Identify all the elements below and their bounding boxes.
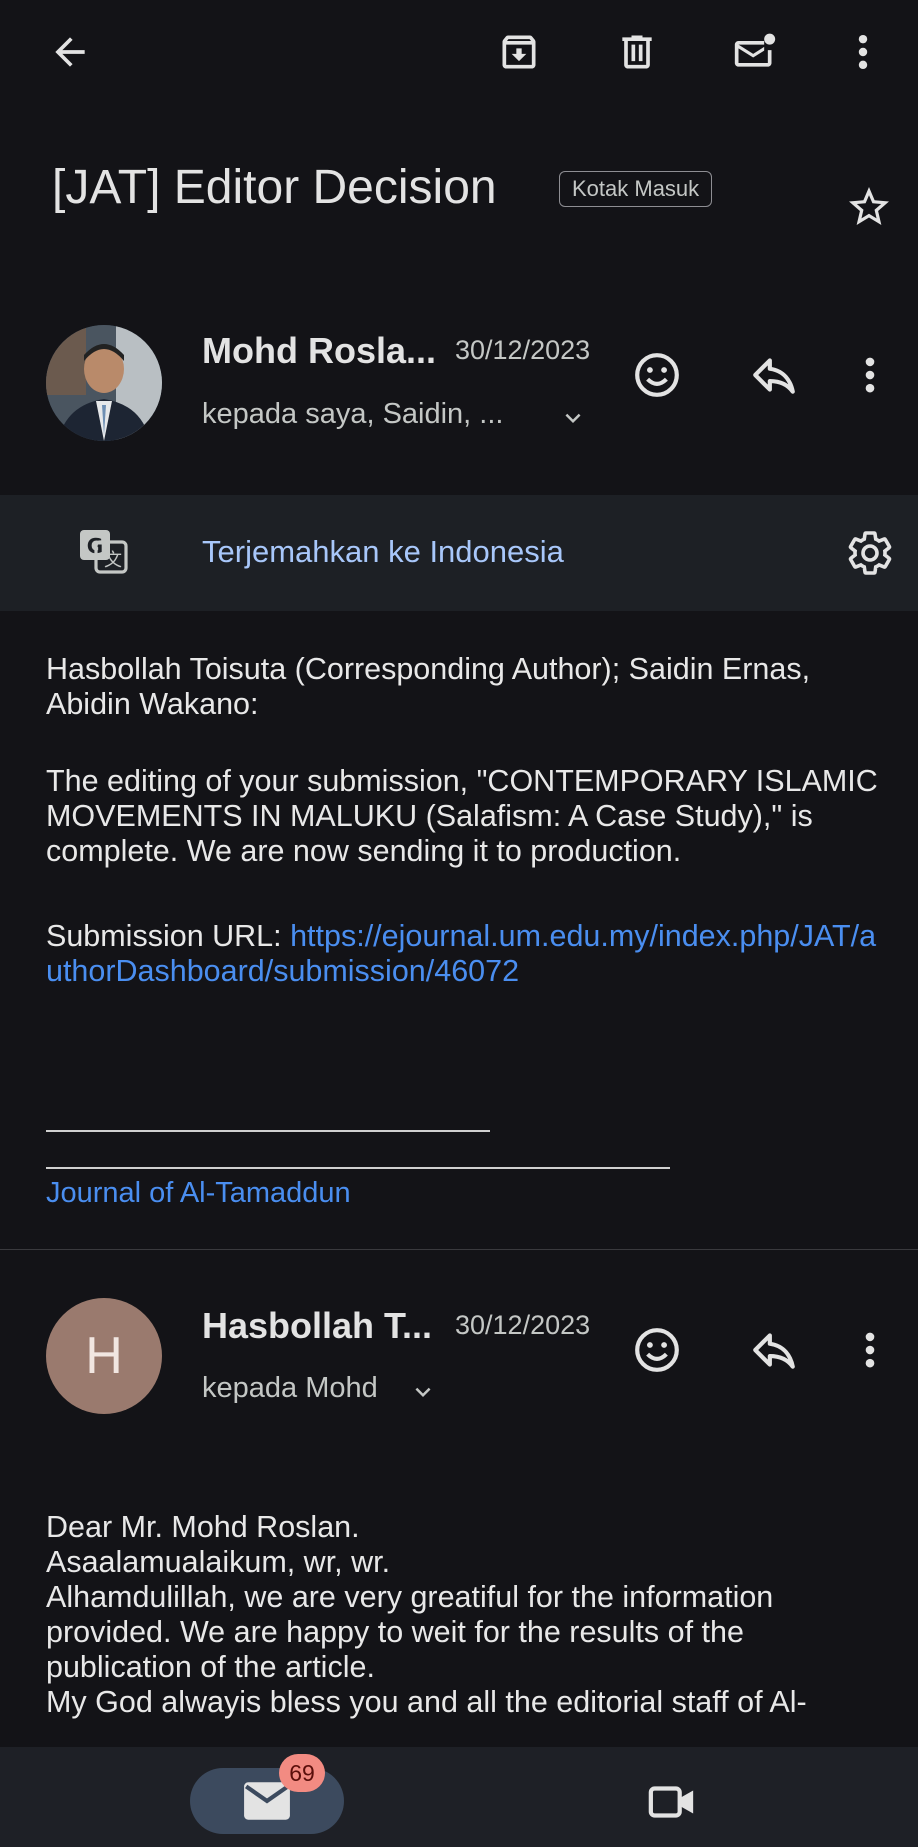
message-date: 30/12/2023 (455, 335, 591, 365)
recipients-summary[interactable]: kepada saya, Saidin, ... (202, 398, 503, 431)
message-body-paragraph: Hasbollah Toisuta (Corresponding Author)… (46, 652, 811, 721)
archive-icon[interactable] (497, 30, 541, 74)
sender-name[interactable]: Mohd Rosla... (202, 330, 436, 372)
message-body-line: My God alwayis bless you and all the edi… (46, 1685, 807, 1719)
chevron-down-icon[interactable] (408, 1377, 438, 1407)
submission-url-line: Submission URL: https://ejournal.um.edu.… (46, 919, 886, 989)
message-body-line: Dear Mr. Mohd Roslan. (46, 1510, 360, 1544)
svg-text:文: 文 (104, 550, 122, 571)
sender-avatar-photo[interactable] (46, 325, 162, 441)
more-vert-icon[interactable] (845, 30, 881, 74)
more-vert-icon[interactable] (855, 1325, 885, 1375)
google-translate-icon: G 文 (78, 528, 130, 576)
message-date: 30/12/2023 (455, 1310, 591, 1340)
reply-icon[interactable] (748, 350, 800, 400)
subject-title: [JAT] Editor Decision (52, 161, 497, 214)
message-body: Dear Mr. Mohd Roslan. Asaalamualaikum, w… (46, 1510, 886, 1720)
recipients-summary[interactable]: kepada Mohd (202, 1372, 378, 1405)
reply-icon[interactable] (748, 1325, 800, 1375)
translate-link[interactable]: Terjemahkan ke Indonesia (202, 534, 564, 570)
chevron-down-icon[interactable] (558, 403, 588, 433)
submission-url-label: Submission URL: (46, 919, 291, 953)
gear-icon[interactable] (846, 529, 894, 577)
mark-unread-icon[interactable] (731, 30, 779, 74)
sender-name[interactable]: Hasbollah T... (202, 1305, 432, 1347)
top-app-bar (0, 0, 918, 120)
more-vert-icon[interactable] (855, 350, 885, 400)
back-arrow-icon[interactable] (48, 30, 92, 74)
inbox-label-chip[interactable]: Kotak Masuk (559, 171, 713, 207)
trash-icon[interactable] (615, 30, 659, 74)
unread-count-badge: 69 (279, 1754, 325, 1792)
emoji-reaction-icon[interactable] (632, 350, 682, 400)
message-body-line: Alhamdulillah, we are very greatiful for… (46, 1580, 774, 1684)
star-icon[interactable] (845, 183, 893, 231)
signature-divider (46, 1130, 490, 1132)
message-body-line: Asaalamualaikum, wr, wr. (46, 1545, 391, 1579)
sender-avatar[interactable]: H (46, 1298, 162, 1414)
bottom-navigation-bar (0, 1747, 918, 1847)
video-camera-icon[interactable] (647, 1782, 697, 1822)
message-separator (0, 1249, 918, 1250)
message-body-paragraph: The editing of your submission, "CONTEMP… (46, 764, 878, 868)
journal-signature-link[interactable]: Journal of Al-Tamaddun (46, 1177, 351, 1210)
signature-divider (46, 1167, 670, 1169)
emoji-reaction-icon[interactable] (632, 1325, 682, 1375)
